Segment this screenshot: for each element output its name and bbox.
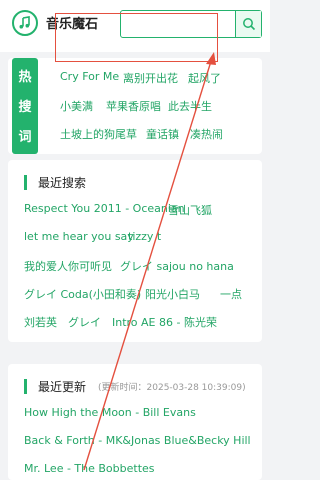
recent-search-item[interactable]: Respect You 2011 - Oceanian	[24, 202, 185, 215]
recent-search-item[interactable]: tizzy t	[128, 230, 161, 243]
search-button[interactable]	[235, 11, 261, 37]
recent-search-item[interactable]: グレイ sajou no hana	[120, 258, 234, 274]
recent-update-item[interactable]: How High the Moon - Bill Evans	[24, 406, 196, 419]
hot-search-card: 热 搜 词 Cry For Me 离别开出花 起风了 小美满 苹果香原唱 此去半…	[8, 58, 262, 154]
recent-search-item[interactable]: グレイ Coda(小田和奏)	[24, 286, 141, 302]
recent-update-item[interactable]: Back & Forth - MK&Jonas Blue&Becky Hill	[24, 434, 251, 447]
hot-search-side-label: 热 搜 词	[12, 58, 38, 154]
hot-tag[interactable]: 童话镇	[146, 126, 179, 142]
music-note-icon	[12, 10, 38, 36]
hot-tag[interactable]: 苹果香原唱	[106, 98, 161, 114]
recent-search-card: 最近搜索 Respect You 2011 - Oceanian 雪山飞狐 le…	[8, 160, 262, 342]
hot-tag[interactable]: 小美满	[60, 98, 93, 114]
recent-search-item[interactable]: let me hear you say	[24, 230, 134, 243]
section-accent-bar	[24, 379, 27, 394]
recent-search-item[interactable]: 雪山飞狐	[168, 202, 212, 218]
app-header: 音乐魔石	[0, 0, 270, 52]
search-input[interactable]	[123, 13, 235, 35]
recent-update-title: 最近更新	[38, 380, 87, 394]
section-accent-bar	[24, 175, 27, 190]
hot-tag[interactable]: 土坡上的狗尾草	[60, 126, 137, 142]
recent-search-item[interactable]: 阳光小白马	[145, 286, 200, 302]
recent-search-item[interactable]: 我的爱人你可听见	[24, 258, 112, 274]
hot-tag[interactable]: 离别开出花	[123, 70, 178, 86]
hot-side-char: 搜	[18, 100, 32, 115]
hot-tag[interactable]: Cry For Me	[60, 70, 119, 83]
recent-update-card: 最近更新 (更新时间：2025-03-28 10:39:09) How High…	[8, 364, 262, 480]
hot-tag[interactable]: 起风了	[188, 70, 221, 86]
recent-search-item[interactable]: Intro AE 86 - 陈光荣	[112, 314, 217, 330]
recent-search-item[interactable]: グレイ	[68, 314, 101, 330]
recent-search-item[interactable]: 刘若英	[24, 314, 57, 330]
recent-update-item[interactable]: Mr. Lee - The Bobbettes	[24, 462, 155, 475]
hot-tag[interactable]: 此去半生	[168, 98, 212, 114]
recent-update-time: (更新时间：2025-03-28 10:39:09)	[98, 383, 246, 393]
recent-search-item[interactable]: 一点	[220, 286, 242, 302]
hot-side-char: 词	[18, 130, 32, 145]
hot-tag[interactable]: 凑热闹	[190, 126, 223, 142]
app-title: 音乐魔石	[46, 17, 99, 32]
recent-search-title: 最近搜索	[38, 176, 87, 190]
search-box	[120, 10, 262, 38]
hot-side-char: 热	[18, 70, 32, 85]
search-icon	[243, 18, 256, 31]
